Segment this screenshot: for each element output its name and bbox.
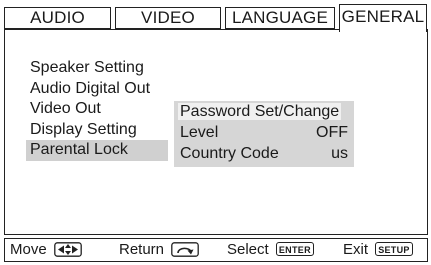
enter-key-icon: ENTER [275,242,314,257]
help-exit: Exit SETUP [343,240,413,260]
tab-bar: AUDIO VIDEO LANGUAGE GENERAL [4,4,427,32]
menu-item-audio-digital-out[interactable]: Audio Digital Out [30,79,168,100]
submenu-label: Password Set/Change [178,103,342,120]
menu-item-video-out[interactable]: Video Out [30,99,168,120]
help-select: Select ENTER [227,240,314,260]
help-select-label: Select [227,241,269,258]
help-exit-label: Exit [343,241,369,258]
return-key-icon [171,241,200,257]
parental-lock-submenu: Password Set/Change Level OFF Country Co… [174,101,354,167]
setup-key-icon: SETUP [375,242,413,257]
menu-item-display-setting[interactable]: Display Setting [30,120,168,141]
tab-general[interactable]: GENERAL [339,4,427,32]
general-menu: Speaker Setting Audio Digital Out Video … [26,58,168,161]
help-return-label: Return [119,241,165,258]
submenu-item-password[interactable]: Password Set/Change [178,102,348,122]
submenu-value: us [331,145,348,162]
menu-item-speaker-setting[interactable]: Speaker Setting [30,58,168,79]
tab-audio[interactable]: AUDIO [4,7,111,29]
help-move: Move [10,240,82,260]
submenu-label: Country Code [180,145,279,162]
submenu-label: Level [180,124,219,141]
tab-language[interactable]: LANGUAGE [225,7,335,29]
arrow-keys-icon [54,241,82,257]
submenu-value: OFF [316,124,348,141]
tab-video[interactable]: VIDEO [115,7,221,29]
submenu-item-level[interactable]: Level OFF [180,123,348,143]
menu-item-parental-lock[interactable]: Parental Lock [26,140,168,161]
submenu-item-country-code[interactable]: Country Code us [180,144,348,164]
help-return: Return [119,240,200,260]
help-move-label: Move [10,241,47,258]
help-bar: Move Return Select ENTER Exit SETUP [4,238,428,262]
